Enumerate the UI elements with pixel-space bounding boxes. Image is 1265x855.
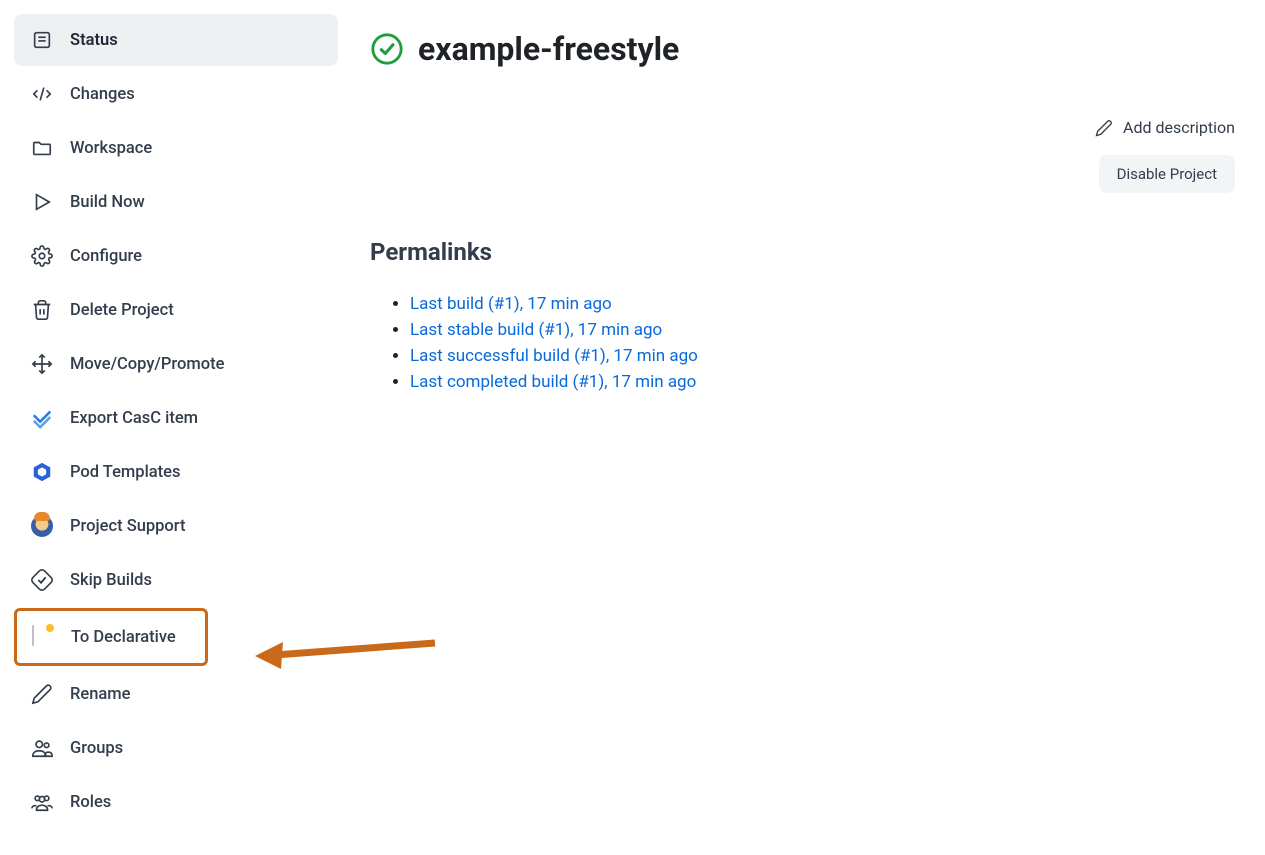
add-description-link[interactable]: Add description [1095,118,1235,137]
sidebar-item-label: Delete Project [70,301,174,320]
actions-row: Add description Disable Project [1095,118,1235,193]
sidebar-item-label: Move/Copy/Promote [70,355,224,374]
sidebar-item-label: Changes [70,85,135,104]
sidebar-item-label: Workspace [70,139,152,158]
gear-icon [30,244,54,268]
sidebar-item-label: Project Support [70,517,186,536]
main-content: example-freestyle Add description Disabl… [350,0,1265,855]
permalink-last-completed[interactable]: Last completed build (#1), 17 min ago [410,372,696,392]
sidebar-item-rename[interactable]: Rename [14,668,338,720]
status-icon [30,28,54,52]
skip-icon [30,568,54,592]
roles-icon [30,790,54,814]
trash-icon [30,298,54,322]
sidebar-item-changes[interactable]: Changes [14,68,338,120]
sidebar-item-to-declarative[interactable]: To Declarative [17,611,205,663]
highlight-annotation: To Declarative [14,608,208,666]
sidebar-item-label: Skip Builds [70,571,152,590]
support-icon [30,514,54,538]
success-check-icon [370,32,404,66]
casc-icon [30,406,54,430]
sidebar-item-roles[interactable]: Roles [14,776,338,828]
title-row: example-freestyle [370,30,1235,68]
permalinks-title: Permalinks [370,238,1235,266]
sidebar-item-workspace[interactable]: Workspace [14,122,338,174]
permalink-last-successful[interactable]: Last successful build (#1), 17 min ago [410,346,698,366]
sidebar-item-label: Roles [70,793,111,812]
permalink-item: Last successful build (#1), 17 min ago [410,346,1235,366]
sidebar-item-label: Pod Templates [70,463,181,482]
sidebar-item-move-copy-promote[interactable]: Move/Copy/Promote [14,338,338,390]
folder-icon [30,136,54,160]
sidebar: Status Changes Workspace Build Now Confi… [0,0,350,855]
sidebar-item-label: Groups [70,739,123,758]
permalink-item: Last build (#1), 17 min ago [410,294,1235,314]
sidebar-item-label: Status [70,31,118,50]
sidebar-item-status[interactable]: Status [14,14,338,66]
disable-project-button[interactable]: Disable Project [1099,155,1235,193]
permalink-last-stable[interactable]: Last stable build (#1), 17 min ago [410,320,662,340]
pencil-icon [1095,119,1113,137]
sidebar-item-label: Rename [70,685,131,704]
document-new-icon [31,625,55,649]
permalink-item: Last stable build (#1), 17 min ago [410,320,1235,340]
sidebar-item-delete-project[interactable]: Delete Project [14,284,338,336]
sidebar-item-export-casc[interactable]: Export CasC item [14,392,338,444]
sidebar-item-build-now[interactable]: Build Now [14,176,338,228]
permalink-item: Last completed build (#1), 17 min ago [410,372,1235,392]
sidebar-item-groups[interactable]: Groups [14,722,338,774]
permalinks-section: Permalinks Last build (#1), 17 min ago L… [370,238,1235,392]
changes-icon [30,82,54,106]
permalinks-list: Last build (#1), 17 min ago Last stable … [370,294,1235,392]
move-icon [30,352,54,376]
sidebar-item-label: Configure [70,247,142,266]
sidebar-item-label: To Declarative [71,628,176,647]
sidebar-item-pod-templates[interactable]: Pod Templates [14,446,338,498]
project-title: example-freestyle [418,30,679,68]
sidebar-item-label: Build Now [70,193,145,212]
sidebar-item-label: Export CasC item [70,409,198,428]
groups-icon [30,736,54,760]
permalink-last-build[interactable]: Last build (#1), 17 min ago [410,294,612,314]
sidebar-item-project-support[interactable]: Project Support [14,500,338,552]
sidebar-item-configure[interactable]: Configure [14,230,338,282]
sidebar-item-skip-builds[interactable]: Skip Builds [14,554,338,606]
add-description-label: Add description [1123,118,1235,137]
play-icon [30,190,54,214]
pencil-icon [30,682,54,706]
hexagon-icon [30,460,54,484]
